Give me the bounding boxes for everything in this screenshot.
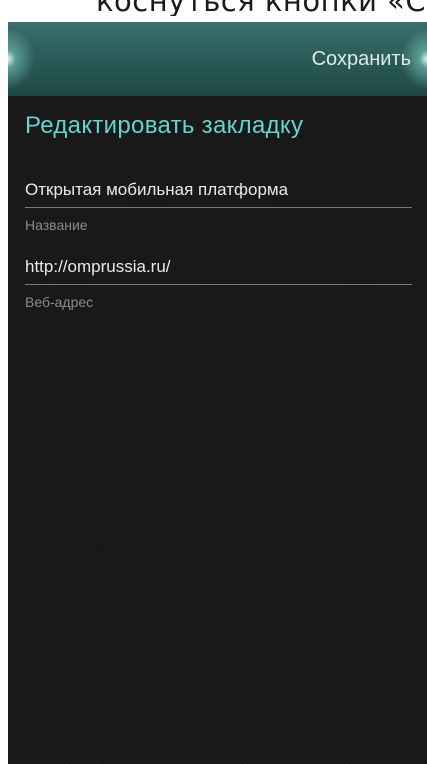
- name-underline: [25, 207, 412, 208]
- screenshot-page: коснуться кнопки «Со Сохранить Редактиро…: [0, 0, 427, 764]
- save-button[interactable]: Сохранить: [312, 42, 411, 76]
- url-label: Веб-адрес: [25, 294, 94, 310]
- url-field[interactable]: http://omprussia.ru/ Веб-адрес: [25, 254, 412, 310]
- url-input[interactable]: http://omprussia.ru/: [25, 254, 412, 280]
- phone-screen: Сохранить Редактировать закладку Открыта…: [8, 22, 427, 764]
- top-bar: Сохранить: [8, 22, 427, 96]
- url-underline: [25, 284, 412, 285]
- name-input[interactable]: Открытая мобильная платформа: [25, 177, 412, 203]
- page-title: Редактировать закладку: [25, 112, 304, 139]
- name-label: Название: [25, 217, 88, 233]
- caption-text: коснуться кнопки «Со: [96, 0, 427, 16]
- name-field[interactable]: Открытая мобильная платформа Название: [25, 177, 412, 233]
